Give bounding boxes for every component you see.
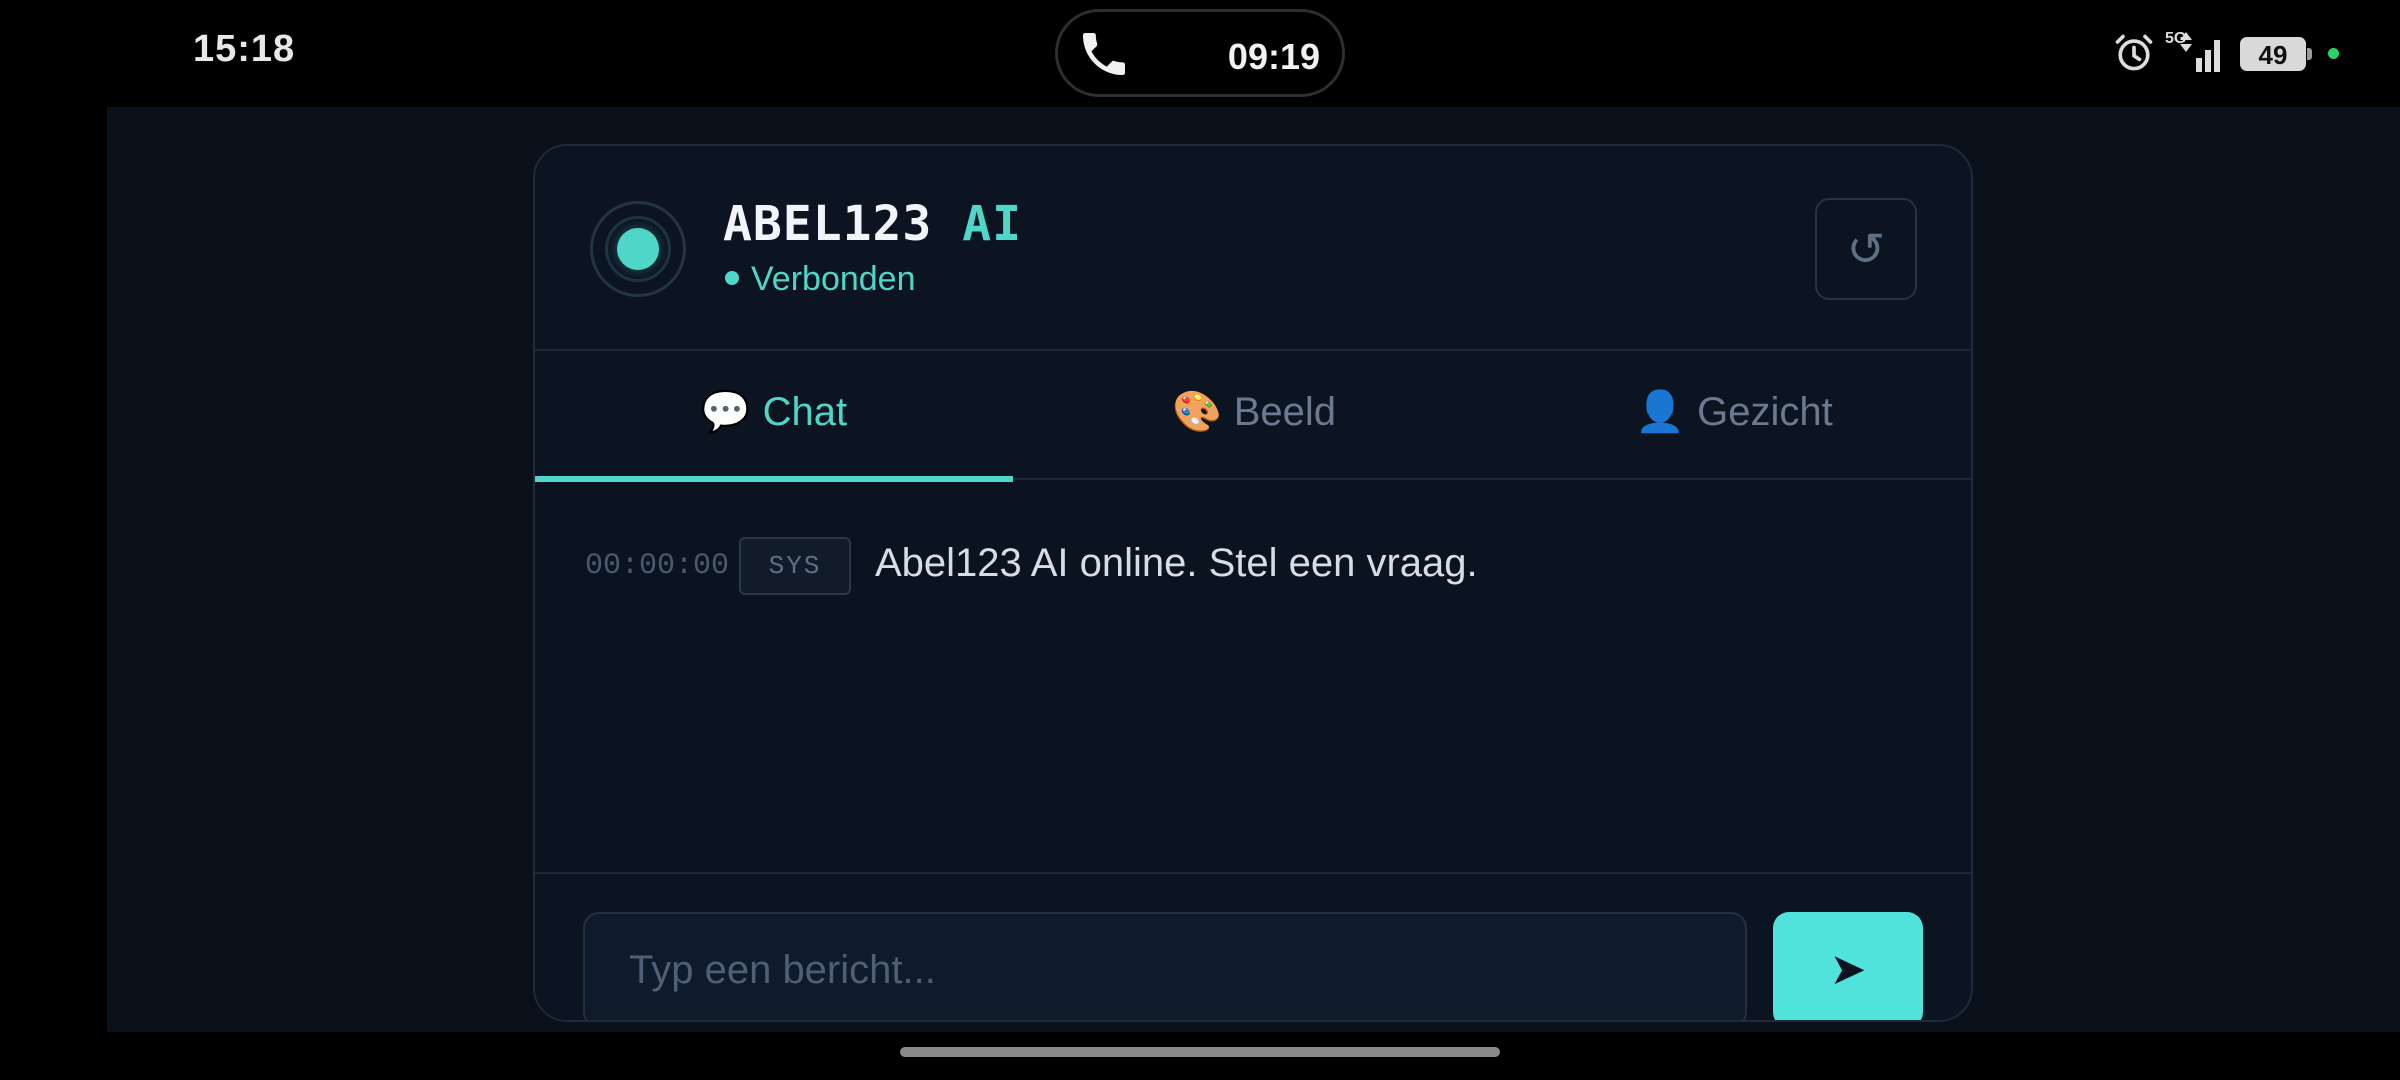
message-composer: ➤ <box>535 872 1971 1020</box>
tab-bar: 💬 Chat 🎨 Beeld 👤 Gezicht <box>535 353 1971 482</box>
connection-status: Verbonden <box>725 260 916 299</box>
message-text: Abel123 AI online. Stel een vraag. <box>875 541 1478 585</box>
reset-button[interactable]: ↺ <box>1815 198 1917 300</box>
app-viewport: ABEL123 AI Verbonden ↺ 💬 Chat 🎨 Beeld 👤 Gez… <box>107 107 2400 1032</box>
message-list[interactable]: 00:00:00 SYS Abel123 AI online. Stel een… <box>535 482 1971 872</box>
bot-avatar-icon <box>590 201 686 297</box>
tab-label: Chat <box>762 390 848 434</box>
speech-bubble-icon: 💬 <box>700 390 751 434</box>
tab-beeld[interactable]: 🎨 Beeld <box>1015 353 1493 480</box>
phone-icon <box>1083 33 1125 75</box>
alarm-icon <box>2115 34 2153 71</box>
tab-label: Beeld <box>1233 390 1337 434</box>
home-indicator[interactable] <box>900 1047 1500 1057</box>
ongoing-call-pill[interactable]: 09:19 <box>1055 9 1345 97</box>
message-input[interactable] <box>583 912 1747 1020</box>
tab-label: Gezicht <box>1697 390 1833 434</box>
connection-status-label: Verbonden <box>751 260 916 298</box>
avatar-core <box>617 228 659 270</box>
battery-icon: 49 <box>2240 37 2312 71</box>
refresh-icon: ↺ <box>1846 223 1886 275</box>
battery-level: 49 <box>2258 40 2288 70</box>
status-icons: 5G 49 <box>2070 0 2400 107</box>
app-title: ABEL123 AI <box>723 196 1022 252</box>
send-button[interactable]: ➤ <box>1773 912 1923 1020</box>
status-dot-icon <box>725 271 739 286</box>
status-bar: 15:18 09:19 5G 49 <box>0 0 2400 107</box>
message-timestamp: 00:00:00 <box>585 549 730 583</box>
app-title-accent: AI <box>962 196 1022 252</box>
chat-header: ABEL123 AI Verbonden ↺ <box>535 146 1971 351</box>
tab-chat[interactable]: 💬 Chat <box>535 353 1013 482</box>
chat-panel: ABEL123 AI Verbonden ↺ 💬 Chat 🎨 Beeld 👤 Gez… <box>533 144 1973 1022</box>
palette-icon: 🎨 <box>1171 390 1222 434</box>
app-title-main: ABEL123 <box>723 196 933 252</box>
clock: 15:18 <box>193 28 296 70</box>
message-item: 00:00:00 SYS Abel123 AI online. Stel een… <box>585 537 1885 597</box>
tab-gezicht[interactable]: 👤 Gezicht <box>1495 353 1971 480</box>
send-icon: ➤ <box>1829 945 1867 994</box>
sender-badge: SYS <box>739 537 851 595</box>
privacy-indicator <box>2328 48 2339 59</box>
person-icon: 👤 <box>1635 390 1686 434</box>
call-duration: 09:19 <box>1227 36 1320 77</box>
signal-icon <box>2180 32 2220 72</box>
